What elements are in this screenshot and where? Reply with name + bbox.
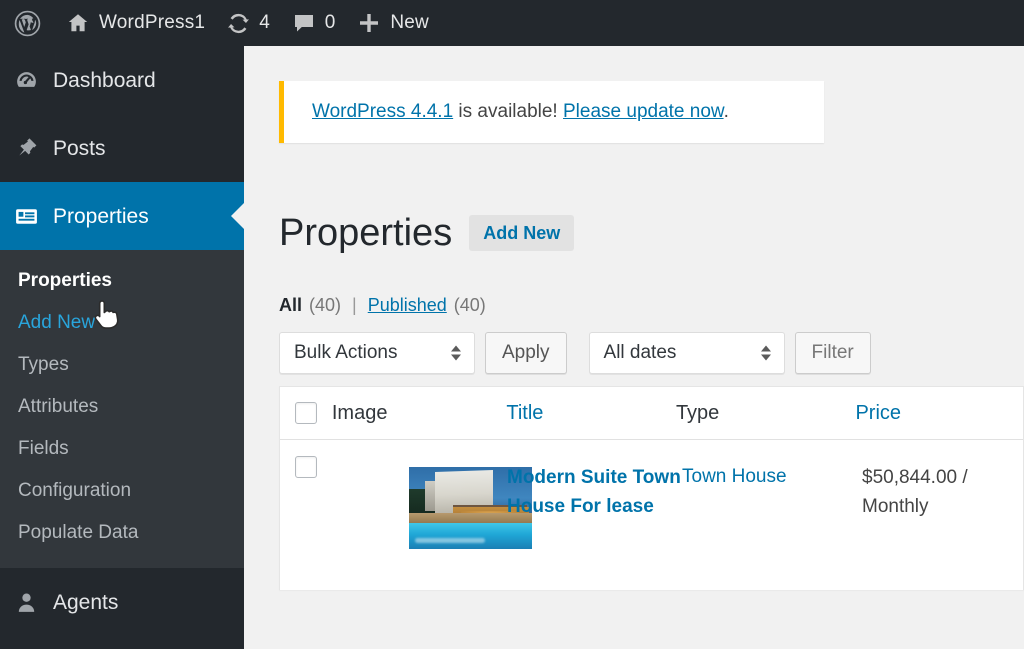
submenu-item-attributes[interactable]: Attributes [0,386,244,428]
view-count-published: (40) [453,295,486,315]
comments-count: 0 [324,12,336,33]
admin-content-area: WordPress 4.4.1 is available! Please upd… [244,46,1024,649]
properties-table: Image Title Type Price Modern Suite Town… [279,386,1024,590]
views-filter-links: All (40) | Published (40) [279,295,486,316]
views-separator: | [352,295,357,315]
new-content-menu[interactable]: New [346,0,440,46]
sidebar-item-posts[interactable]: Posts [0,114,244,182]
updates-icon [227,12,250,35]
update-now-link[interactable]: Please update now [563,101,724,122]
submenu-item-types[interactable]: Types [0,344,244,386]
chevron-updown-icon [451,345,461,361]
comment-icon [292,11,316,35]
sidebar-item-media[interactable]: Media [0,636,244,649]
select-all-cell [280,402,332,424]
add-new-button[interactable]: Add New [469,215,575,251]
comments-menu[interactable]: 0 [281,0,347,46]
notice-middle-text: is available! [453,101,563,122]
apply-button[interactable]: Apply [485,332,567,374]
view-link-published[interactable]: Published [368,295,447,316]
submenu-item-fields[interactable]: Fields [0,428,244,470]
column-header-price[interactable]: Price [855,402,1023,425]
home-icon [66,11,90,35]
sidebar-item-label: Properties [53,204,149,228]
row-title-link[interactable]: Modern Suite Town House For lease [507,452,682,590]
row-type-link[interactable]: Town House [682,452,862,590]
update-notice: WordPress 4.4.1 is available! Please upd… [279,81,824,143]
page-title: Properties [279,212,453,254]
sidebar-item-properties[interactable]: Properties [0,182,245,250]
column-header-type[interactable]: Type [676,402,856,425]
select-all-checkbox[interactable] [294,402,317,424]
table-navigation-top: Bulk Actions Apply All dates Filter [279,332,871,374]
plus-icon [357,11,381,35]
table-header-row: Image Title Type Price [280,387,1023,440]
date-filter-select[interactable]: All dates [588,332,785,374]
view-link-all[interactable]: All [279,295,302,316]
new-content-label: New [390,12,429,33]
notice-end-text: . [723,101,729,122]
site-name-label: WordPress1 [99,12,206,33]
dashboard-icon [14,68,39,93]
row-select-cell [280,452,332,590]
column-header-title[interactable]: Title [506,402,676,425]
admin-bar: WordPress1 4 0 New [0,0,1024,46]
column-header-image: Image [331,401,388,424]
pin-icon [14,136,39,161]
view-count-all: (40) [309,295,342,315]
filter-label: Filter [811,342,854,363]
list-icon [14,204,39,229]
table-row: Modern Suite Town House For lease Town H… [280,440,1023,590]
submenu-item-populate-data[interactable]: Populate Data [0,512,244,554]
submenu-item-properties[interactable]: Properties [0,260,244,302]
updates-count: 4 [259,12,270,33]
bulk-actions-select[interactable]: Bulk Actions [279,332,475,374]
sidebar-item-label: Posts [53,136,106,160]
chevron-updown-icon [760,345,771,361]
apply-label: Apply [502,342,550,363]
sidebar-item-dashboard[interactable]: Dashboard [0,46,244,114]
properties-submenu: Properties Add New Types Attributes Fiel… [0,250,244,568]
date-filter-value: All dates [603,342,677,363]
row-price-value: $50,844.00 / Monthly [862,467,968,517]
updates-menu[interactable]: 4 [216,0,281,46]
wordpress-logo-icon [14,10,41,37]
row-checkbox[interactable] [295,456,317,478]
wordpress-version-link[interactable]: WordPress 4.4.1 [312,101,453,122]
bulk-actions-value: Bulk Actions [294,342,398,363]
admin-sidebar: Dashboard Posts Properties Properties Ad… [0,46,245,649]
user-icon [14,590,39,615]
filter-button[interactable]: Filter [794,332,871,374]
submenu-item-configuration[interactable]: Configuration [0,470,244,512]
sidebar-item-label: Dashboard [53,68,156,92]
sidebar-item-label: Agents [53,590,119,614]
current-menu-arrow [231,202,245,230]
sidebar-item-agents[interactable]: Agents [0,568,244,636]
pointing-hand-cursor [93,299,123,338]
site-name-menu[interactable]: WordPress1 [55,0,216,46]
page-header: Properties Add New [279,212,575,254]
wordpress-logo-menu[interactable] [0,0,55,46]
wordpress-admin-screen: WordPress1 4 0 New Dashboard Posts Prope… [0,0,1024,649]
